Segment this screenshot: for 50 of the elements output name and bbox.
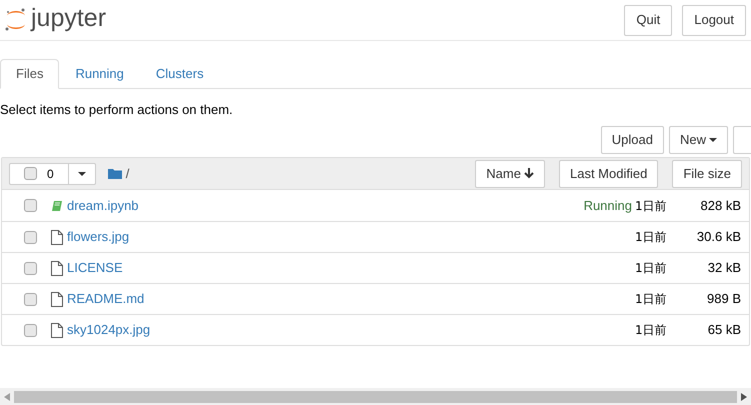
scrollbar-thumb[interactable] <box>14 390 737 402</box>
file-size: 30.6 kB <box>696 228 741 246</box>
checkbox[interactable] <box>24 324 37 336</box>
file-link[interactable]: sky1024px.jpg <box>67 320 150 340</box>
running-status: Running <box>584 196 632 215</box>
scroll-right-icon[interactable] <box>741 392 747 400</box>
logout-button[interactable]: Logout <box>682 4 746 36</box>
selected-count: 0 <box>47 166 54 182</box>
checkbox[interactable] <box>24 230 37 244</box>
file-link[interactable]: flowers.jpg <box>67 227 130 247</box>
down-arrow-icon <box>524 168 534 179</box>
file-size: 32 kB <box>706 259 741 278</box>
sort-button[interactable]: Name <box>475 160 545 188</box>
file-link[interactable]: README.md <box>67 289 144 309</box>
caret-icon <box>709 138 717 142</box>
checkbox[interactable] <box>24 292 37 306</box>
file-size: 828 kB <box>700 196 741 215</box>
tab[interactable]: Clusters <box>140 59 220 89</box>
checkbox[interactable] <box>24 167 37 180</box>
logo-text: jupyter <box>31 6 106 34</box>
tab[interactable]: Running <box>59 59 140 89</box>
modified-time: 1日前 <box>635 260 668 277</box>
sort-button[interactable]: Last Modified <box>558 160 658 188</box>
tab[interactable]: Files <box>0 59 60 89</box>
refresh-button[interactable] <box>733 126 751 154</box>
file-icon <box>51 322 63 338</box>
modified-time: 1日前 <box>635 322 668 339</box>
modified-time: 1日前 <box>635 229 668 246</box>
file-icon <box>51 260 63 276</box>
quit-button[interactable]: Quit <box>624 4 672 36</box>
upload-button[interactable]: Upload <box>600 126 664 154</box>
modified-time: 1日前 <box>635 198 668 214</box>
new-button[interactable]: New <box>668 126 728 154</box>
file-size: 65 kB <box>706 321 741 340</box>
file-link[interactable]: LICENSE <box>67 258 123 278</box>
sort-button[interactable]: File size <box>672 160 742 188</box>
horizontal-scrollbar[interactable] <box>0 388 751 405</box>
scroll-left-icon[interactable] <box>4 392 10 400</box>
file-link[interactable]: dream.ipynb <box>67 196 139 216</box>
breadcrumb-path[interactable]: / <box>126 164 130 184</box>
checkbox[interactable] <box>24 199 37 212</box>
file-icon <box>51 230 63 244</box>
file-size: 989 B <box>706 290 741 308</box>
caret-icon <box>78 172 86 176</box>
checkbox[interactable] <box>24 262 37 274</box>
book-icon <box>51 200 63 212</box>
modified-time: 1日前 <box>635 291 668 308</box>
folder-icon <box>108 168 122 179</box>
file-icon <box>51 292 63 306</box>
instruction-text: Select items to perform actions on them. <box>0 102 234 118</box>
